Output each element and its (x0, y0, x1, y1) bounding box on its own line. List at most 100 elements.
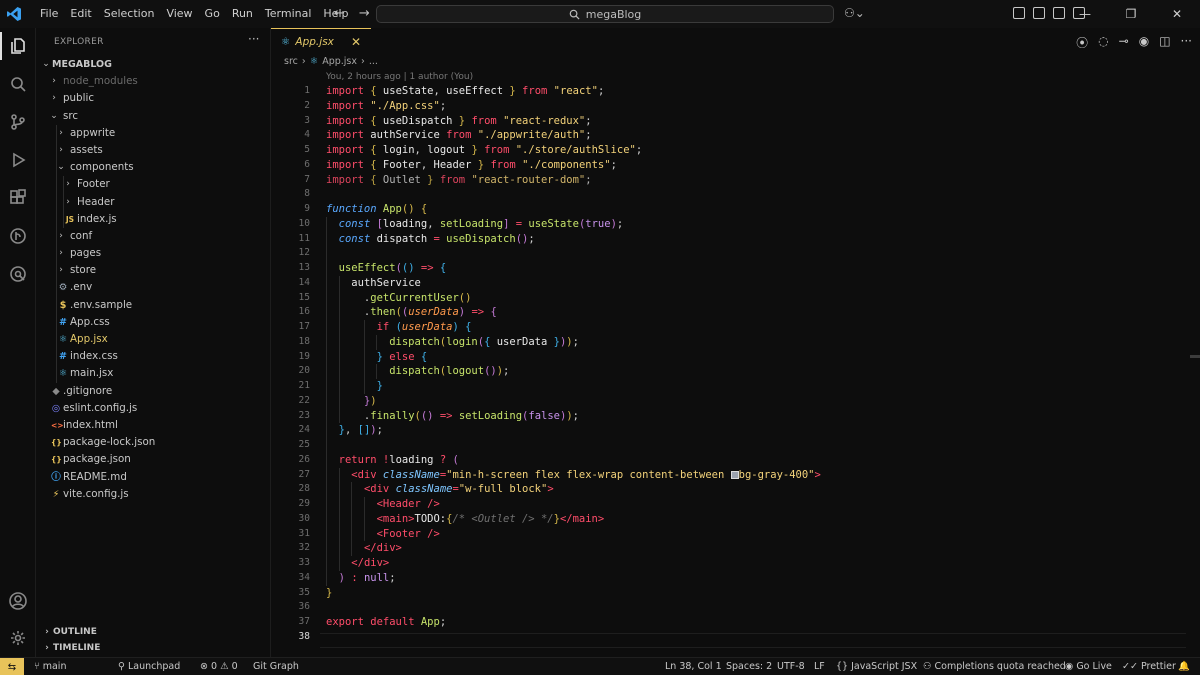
tree-item-label: pages (70, 247, 102, 260)
tree-item-label: README.md (63, 470, 127, 483)
file-item[interactable]: $ .env.sample (36, 296, 271, 314)
root-folder[interactable]: ⌄ MEGABLOG (36, 56, 271, 73)
file-item[interactable]: ◆ .gitignore (36, 383, 271, 400)
back-arrow-icon[interactable]: ← (334, 6, 345, 21)
folder-item[interactable]: › Header (36, 193, 271, 211)
file-item[interactable]: # index.css (36, 348, 271, 366)
folder-item[interactable]: ⌄ components (36, 159, 271, 177)
indentation-indicator[interactable]: Spaces: 2 (726, 658, 772, 675)
accounts-icon[interactable] (0, 583, 36, 619)
code-editor[interactable]: import { useState, useEffect } from "rea… (326, 84, 1186, 645)
close-tab-icon[interactable]: ✕ (351, 35, 361, 49)
go-live-label: Go Live (1076, 661, 1112, 672)
menu-item-terminal[interactable]: Terminal (259, 0, 318, 28)
timeline-panel[interactable]: › TIMELINE (36, 640, 271, 657)
file-item[interactable]: JS index.js (36, 210, 271, 228)
folder-item[interactable]: ⌄ src (36, 108, 271, 125)
copilot-icon[interactable]: ⚇⌄ (844, 6, 865, 20)
folder-item[interactable]: › store (36, 262, 271, 280)
file-item[interactable]: <> index.html (36, 417, 271, 434)
file-item[interactable]: ⚡ vite.config.js (36, 486, 271, 503)
code-line: </div> (326, 541, 1186, 556)
encoding-indicator[interactable]: UTF-8 (777, 658, 805, 675)
menu-item-file[interactable]: File (34, 0, 64, 28)
git-blame-annotation[interactable]: You, 2 hours ago | 1 author (You) (326, 72, 473, 82)
menu-item-selection[interactable]: Selection (98, 0, 161, 28)
compare-icon[interactable]: ◌ (1098, 34, 1108, 51)
menu-item-edit[interactable]: Edit (64, 0, 97, 28)
manage-gear-icon[interactable] (0, 620, 36, 656)
preview-icon[interactable]: ◉ (1139, 34, 1149, 51)
line-number: 14 (298, 276, 310, 288)
folder-item[interactable]: › public (36, 90, 271, 107)
file-item[interactable]: {} package.json (36, 451, 271, 468)
chevron-right-icon: › (66, 179, 70, 190)
run-debug-icon[interactable] (0, 142, 36, 178)
folder-item[interactable]: › assets (36, 141, 271, 160)
extensions-icon[interactable] (0, 180, 36, 216)
folder-item[interactable]: › conf (36, 227, 271, 246)
git-graph-icon[interactable] (0, 218, 36, 254)
code-line: .getCurrentUser() (326, 290, 472, 306)
breadcrumb-more[interactable]: ... (369, 56, 378, 67)
go-back-icon[interactable]: ⦿ (1076, 34, 1088, 51)
remote-indicator-icon[interactable]: ⇆ (0, 658, 24, 675)
commit-icon[interactable]: ⊸ (1119, 34, 1129, 51)
chevron-down-icon: ⌄ (57, 162, 65, 173)
folder-item[interactable]: › Footer (36, 176, 271, 194)
code-line: ) : null; (326, 570, 1186, 586)
breadcrumb-file[interactable]: App.jsx (322, 56, 357, 67)
tab-app-jsx[interactable]: ⚛ App.jsx ✕ (271, 28, 371, 55)
file-item[interactable]: ⚙ .env (36, 279, 271, 297)
search-activity-icon[interactable] (0, 66, 36, 102)
source-control-icon[interactable] (0, 104, 36, 140)
file-item[interactable]: ⚛ main.jsx (36, 365, 271, 383)
folder-item[interactable]: › node_modules (36, 73, 271, 90)
minimize-icon[interactable]: — (1062, 0, 1108, 28)
customize-layout-icon[interactable] (1013, 7, 1025, 19)
vite-file-icon: ⚡ (52, 488, 60, 500)
close-window-icon[interactable]: ✕ (1154, 0, 1200, 28)
restore-icon[interactable]: ❐ (1108, 0, 1154, 28)
git-graph-button[interactable]: Git Graph (253, 658, 299, 675)
branch-indicator[interactable]: ⑂ main (34, 658, 66, 675)
more-actions-icon[interactable]: ··· (248, 32, 259, 46)
prettier-status[interactable]: ✓✓ Prettier (1122, 658, 1176, 675)
language-mode[interactable]: {} JavaScript JSX (836, 658, 917, 675)
react-file-icon: ⚛ (309, 56, 319, 67)
code-line: const dispatch = useDispatch(); (326, 231, 1186, 247)
file-item[interactable]: {} package-lock.json (36, 434, 271, 451)
line-number: 31 (298, 527, 310, 539)
completions-label: Completions quota reached (934, 661, 1066, 672)
root-folder-label: MEGABLOG (52, 59, 112, 70)
command-center-search[interactable]: megaBlog (376, 5, 834, 23)
cursor-position[interactable]: Ln 38, Col 1 (665, 658, 722, 675)
tree-item-label: App.jsx (70, 333, 108, 345)
copilot-status[interactable]: ⚇ Completions quota reached (923, 658, 1066, 675)
folder-item[interactable]: › appwrite (36, 124, 271, 142)
menu-item-view[interactable]: View (160, 0, 198, 28)
outline-panel[interactable]: › OUTLINE (36, 624, 271, 641)
menu-item-go[interactable]: Go (199, 0, 226, 28)
scrollbar-marker[interactable] (1190, 355, 1200, 358)
launchpad-button[interactable]: ⚲ Launchpad (118, 658, 180, 675)
more-editor-actions-icon[interactable]: ··· (1181, 34, 1192, 51)
explorer-files-icon[interactable] (0, 28, 36, 64)
folder-item[interactable]: › pages (36, 245, 271, 263)
file-item[interactable]: # App.css (36, 313, 271, 331)
tree-item-label: public (63, 92, 94, 105)
menu-item-run[interactable]: Run (226, 0, 259, 28)
notifications-bell-icon[interactable]: 🔔 (1178, 658, 1190, 675)
go-live-button[interactable]: ◉ Go Live (1065, 658, 1112, 675)
file-item[interactable]: ⓘ README.md (36, 469, 271, 486)
code-line: </div> (326, 556, 1186, 571)
eol-indicator[interactable]: LF (814, 658, 825, 675)
remote-explorer-icon[interactable] (0, 256, 36, 292)
file-item[interactable]: ⚛ App.jsx (36, 331, 271, 349)
toggle-sidebar-icon[interactable] (1033, 7, 1045, 19)
problems-indicator[interactable]: ⊗ 0 ⚠ 0 (200, 658, 238, 675)
split-editor-icon[interactable]: ◫ (1159, 34, 1170, 51)
breadcrumb-src[interactable]: src (284, 56, 298, 67)
file-item[interactable]: ◎ eslint.config.js (36, 400, 271, 417)
forward-arrow-icon[interactable]: → (359, 6, 370, 21)
